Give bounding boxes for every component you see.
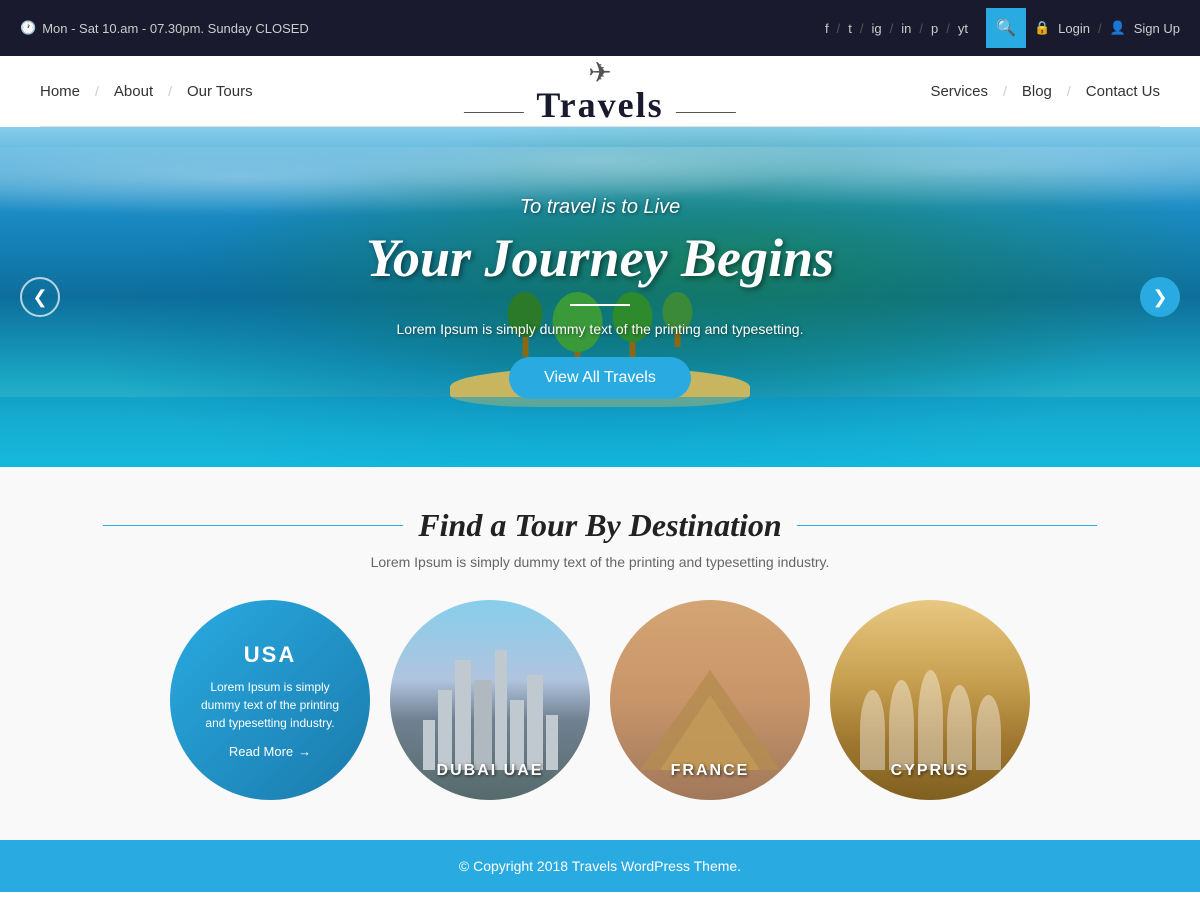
logo-line-right [676,112,736,113]
divider: / [890,21,894,36]
building [438,690,452,770]
top-bar-right: f / t / ig / in / p / yt 🔍 🔒 Login / 👤 S… [825,8,1180,48]
dubai-label: DUBAI UAE [390,762,590,780]
hero-description: Lorem Ipsum is simply dummy text of the … [366,321,834,337]
youtube-icon[interactable]: yt [958,21,968,36]
building [510,700,524,770]
divider: / [860,21,864,36]
signup-link[interactable]: Sign Up [1134,21,1180,36]
cyprus-label: CYPRUS [830,762,1030,780]
destination-usa[interactable]: USA Lorem Ipsum is simply dummy text of … [170,600,370,800]
section-title: Find a Tour By Destination [418,507,781,544]
destinations-section: Find a Tour By Destination Lorem Ipsum i… [0,467,1200,840]
logo-area: ✈ Travels [456,56,744,126]
section-line-right [797,525,1097,526]
hours-text: Mon - Sat 10.am - 07.30pm. Sunday CLOSED [42,21,309,36]
france-label: FRANCE [610,762,810,780]
pinterest-icon[interactable]: p [931,21,938,36]
logo-line-left [464,112,524,113]
top-bar: 🕐 Mon - Sat 10.am - 07.30pm. Sunday CLOS… [0,0,1200,56]
building [455,660,471,770]
nav-services[interactable]: Services [930,83,988,100]
section-line-left [103,525,403,526]
divider: / [95,83,99,99]
destination-dubai[interactable]: DUBAI UAE [390,600,590,800]
nav-left: Home / About / Our Tours [40,83,253,100]
arrow-right-icon: → [298,744,311,759]
nav-right: Services / Blog / Contact Us [930,83,1160,100]
arch [918,670,943,770]
facebook-icon[interactable]: f [825,21,829,36]
pyramid-inner [660,695,760,770]
divider: / [837,21,841,36]
building [474,680,492,770]
nav-home[interactable]: Home [40,83,80,100]
nav-our-tours[interactable]: Our Tours [187,83,253,100]
hero-water [0,397,1200,467]
section-description: Lorem Ipsum is simply dummy text of the … [60,554,1140,570]
instagram-icon[interactable]: ig [871,21,881,36]
view-all-travels-button[interactable]: View All Travels [509,357,691,399]
divider: / [168,83,172,99]
usa-read-more[interactable]: Read More → [229,744,311,759]
arch [889,680,914,770]
hero-content: To travel is to Live Your Journey Begins… [366,196,834,399]
building [495,650,507,770]
nav-contact[interactable]: Contact Us [1086,83,1160,100]
twitter-icon[interactable]: t [848,21,852,36]
usa-text: Lorem Ipsum is simply dummy text of the … [190,678,350,732]
navbar: Home / About / Our Tours ✈ Travels Servi… [0,56,1200,126]
linkedin-icon[interactable]: in [901,21,911,36]
divider: / [919,21,923,36]
divider: / [1098,21,1102,36]
dubai-buildings [390,650,590,770]
clock-icon: 🕐 [20,20,36,36]
user-icon: 👤 [1110,20,1126,36]
copyright-text: © Copyright 2018 Travels WordPress Theme… [18,858,1182,874]
divider: / [1003,83,1007,99]
logo-text: Travels [536,85,663,125]
building [527,675,543,770]
hero-subtitle: To travel is to Live [366,196,834,219]
login-link[interactable]: Login [1058,21,1090,36]
section-header: Find a Tour By Destination [60,507,1140,544]
footer: © Copyright 2018 Travels WordPress Theme… [0,840,1200,892]
destinations-grid: USA Lorem Ipsum is simply dummy text of … [60,600,1140,800]
hero-prev-button[interactable]: ❮ [20,277,60,317]
nav-blog[interactable]: Blog [1022,83,1052,100]
divider: / [946,21,950,36]
hero-next-button[interactable]: ❯ [1140,277,1180,317]
top-bar-hours: 🕐 Mon - Sat 10.am - 07.30pm. Sunday CLOS… [20,20,309,36]
arch [947,685,972,770]
lock-icon: 🔒 [1034,20,1050,36]
destination-france[interactable]: FRANCE [610,600,810,800]
search-button[interactable]: 🔍 [986,8,1026,48]
divider: / [1067,83,1071,99]
usa-title: USA [244,642,296,668]
nav-about[interactable]: About [114,83,153,100]
hero-title: Your Journey Begins [366,227,834,289]
arch [860,690,885,770]
hero-divider [570,304,630,306]
hero-section: To travel is to Live Your Journey Begins… [0,127,1200,467]
arch [976,695,1001,770]
destination-cyprus[interactable]: CYPRUS [830,600,1030,800]
